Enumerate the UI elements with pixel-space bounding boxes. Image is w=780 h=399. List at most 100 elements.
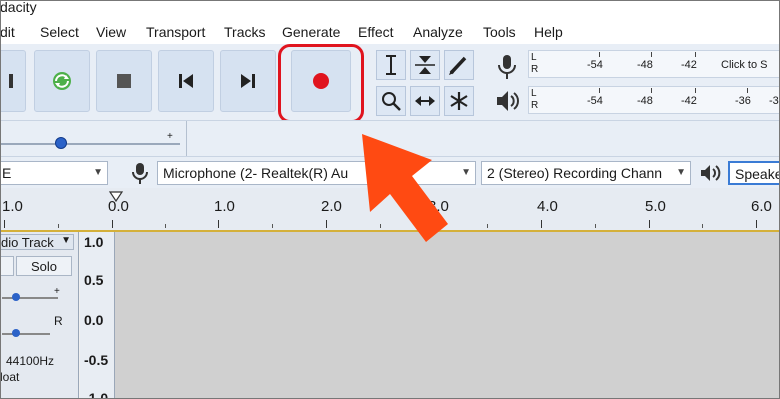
menu-select[interactable]: Select xyxy=(40,24,79,40)
app-title: dacity xyxy=(0,0,37,15)
audio-host-select[interactable]: E ▼ xyxy=(0,161,108,185)
menu-tracks[interactable]: Tracks xyxy=(224,24,265,40)
ruler-label: 1.0 xyxy=(2,198,23,215)
record-meter[interactable]: L R -54 -48 -42 Click to S xyxy=(528,50,780,78)
ruler-label: 5.0 xyxy=(645,198,666,215)
chevron-down-icon: ▼ xyxy=(461,167,471,178)
envelope-tool[interactable] xyxy=(410,50,440,80)
scale-label: -0.5 xyxy=(84,352,109,368)
recording-channels-select[interactable]: 2 (Stereo) Recording Chann ▼ xyxy=(481,161,691,185)
menu-transport[interactable]: Transport xyxy=(146,24,205,40)
speaker-icon xyxy=(701,165,721,181)
track-sample-rate: 44100Hz xyxy=(6,354,55,368)
menu-generate[interactable]: Generate xyxy=(282,24,340,40)
pencil-icon xyxy=(449,56,467,75)
gain-slider[interactable]: + xyxy=(2,286,62,304)
scale-label: 1.0 xyxy=(84,234,104,250)
skip-to-start-button[interactable] xyxy=(158,50,214,112)
meter-hint-text: Click to S xyxy=(721,59,768,71)
play-head-icon[interactable] xyxy=(108,190,124,202)
scale-label: 0.0 xyxy=(84,312,104,328)
speaker-icon xyxy=(497,91,519,111)
meter-tick: -54 xyxy=(587,59,603,71)
skip-to-start-icon xyxy=(179,74,193,88)
meter-tick: -42 xyxy=(681,59,697,71)
loop-play-icon xyxy=(53,72,71,90)
slider-thumb[interactable] xyxy=(12,329,20,337)
time-shift-icon xyxy=(415,96,435,106)
multi-tool[interactable] xyxy=(444,86,474,116)
draw-tool[interactable] xyxy=(444,50,474,80)
menu-help[interactable]: Help xyxy=(534,24,563,40)
record-meter-button[interactable] xyxy=(492,52,522,82)
playback-device-value: Speake xyxy=(735,166,780,182)
menu-effect[interactable]: Effect xyxy=(358,24,394,40)
ruler-label: 6.0 xyxy=(751,198,772,215)
annotation-arrow-icon xyxy=(362,134,448,242)
pause-icon xyxy=(9,74,13,88)
chevron-down-icon: ▼ xyxy=(676,167,686,178)
track-control-panel: dio Track ▼ Solo + R 44100Hz loat xyxy=(0,232,79,399)
time-shift-tool[interactable] xyxy=(410,86,440,116)
skip-to-end-icon xyxy=(241,74,255,88)
chevron-down-icon: ▼ xyxy=(93,167,103,178)
asterisk-icon xyxy=(450,92,468,110)
microphone-icon xyxy=(498,55,516,79)
meter-l-label: L xyxy=(531,88,537,99)
scale-label: -1.0 xyxy=(84,390,109,399)
playback-speed-slider[interactable]: + xyxy=(0,131,180,155)
ruler-label: 2.0 xyxy=(321,198,342,215)
microphone-icon xyxy=(132,163,148,184)
scale-label: 0.5 xyxy=(84,272,104,288)
playback-meter[interactable]: L R -54 -48 -42 -36 -3 xyxy=(528,86,780,114)
track-name-menu[interactable]: dio Track ▼ xyxy=(0,234,74,250)
stop-button[interactable] xyxy=(96,50,152,112)
pan-right-label: R xyxy=(54,314,63,328)
menu-analyze[interactable]: Analyze xyxy=(413,24,463,40)
envelope-icon xyxy=(415,56,435,74)
mute-button[interactable] xyxy=(0,256,14,276)
play-button[interactable] xyxy=(34,50,90,112)
slider-thumb[interactable] xyxy=(12,293,20,301)
slider-thumb[interactable] xyxy=(55,137,67,149)
recording-channels-value: 2 (Stereo) Recording Chann xyxy=(487,165,663,181)
transport-toolbar: L R -54 -48 -42 Click to S L R -54 -48 -… xyxy=(0,44,780,120)
menu-tools[interactable]: Tools xyxy=(483,24,516,40)
title-bar: dacity xyxy=(0,0,780,20)
meter-tick: -42 xyxy=(681,95,697,107)
playback-device-select[interactable]: Speake xyxy=(728,161,780,185)
track-name: dio Track xyxy=(1,235,54,250)
zoom-icon xyxy=(382,92,401,111)
meter-tick: -36 xyxy=(735,95,751,107)
speaker-device-icon xyxy=(698,161,722,185)
solo-button[interactable]: Solo xyxy=(16,256,72,276)
track-waveform-area[interactable] xyxy=(115,232,780,399)
meter-tick: -48 xyxy=(637,95,653,107)
pan-slider[interactable]: R xyxy=(2,314,63,340)
ruler-label: 4.0 xyxy=(537,198,558,215)
track-sample-format: loat xyxy=(0,370,20,384)
meter-tick: -48 xyxy=(637,59,653,71)
microphone-device-icon xyxy=(128,161,152,185)
ruler-label: 1.0 xyxy=(214,198,235,215)
stop-icon xyxy=(117,74,131,88)
recording-device-value: Microphone (2- Realtek(R) Au xyxy=(163,165,349,181)
audacity-window: dacity dit Select View Transport Tracks … xyxy=(0,0,780,399)
vertical-amplitude-scale: 1.0 0.5 0.0 -0.5 -1.0 xyxy=(80,232,115,399)
meter-tick: -54 xyxy=(587,95,603,107)
meter-l-label: L xyxy=(531,52,537,63)
menu-bar: dit Select View Transport Tracks Generat… xyxy=(0,20,780,44)
audio-host-value: E xyxy=(2,165,12,181)
playback-meter-button[interactable] xyxy=(492,86,522,116)
skip-to-end-button[interactable] xyxy=(220,50,276,112)
chevron-down-icon: ▼ xyxy=(61,235,71,246)
menu-view[interactable]: View xyxy=(96,24,126,40)
meter-tick: -3 xyxy=(769,95,779,107)
menu-edit[interactable]: dit xyxy=(0,24,15,40)
meter-r-label: R xyxy=(531,100,539,111)
zoom-tool[interactable] xyxy=(376,86,406,116)
meter-r-label: R xyxy=(531,64,539,75)
i-beam-icon xyxy=(386,55,396,75)
pause-button[interactable] xyxy=(0,50,26,112)
selection-tool[interactable] xyxy=(376,50,406,80)
